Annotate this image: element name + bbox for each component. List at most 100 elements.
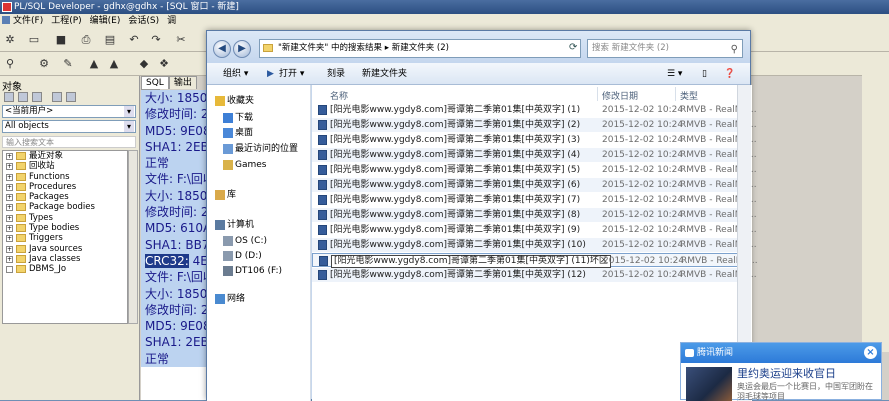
expand-icon[interactable] [32, 92, 42, 102]
help-icon[interactable]: ❓ [724, 63, 735, 85]
nav-item[interactable]: 网络 [215, 293, 245, 305]
file-row[interactable]: [阳光电影www.ygdy8.com]哥谭第二季第01集[中英双字] (3) 20… [312, 133, 757, 147]
window-title-bar[interactable]: PL/SQL Developer - gdhx@gdhx - [SQL 窗口 -… [0, 0, 889, 14]
file-row[interactable]: [阳光电影www.ygdy8.com]哥谭第二季第01集[中英双字] (12) 2… [312, 268, 757, 282]
expand-toggle-icon[interactable]: + [6, 163, 13, 171]
nav-item[interactable]: OS (C:) [223, 235, 267, 247]
file-row[interactable]: [阳光电影www.ygdy8.com]哥谭第二季第01集[中英双字] (6) 20… [312, 178, 757, 192]
user-combo[interactable]: <当前用户> [2, 105, 136, 118]
refresh-icon[interactable]: ⟳ [569, 42, 577, 53]
column-name[interactable]: 名称 [330, 89, 348, 102]
file-row[interactable]: [阳光电影www.ygdy8.com]哥谭第二季第01集[中英双字] (11)坏… [312, 253, 758, 268]
news-headline[interactable]: 里约奥运迎来收官日 [737, 365, 836, 381]
tree-item[interactable]: + Types [3, 213, 127, 223]
objects-combo[interactable]: All objects [2, 120, 136, 133]
burn-button[interactable]: 刻录 [327, 63, 345, 85]
properties-icon[interactable] [66, 92, 76, 102]
tree-item[interactable]: DBMS_Jo [3, 264, 127, 274]
commit-icon[interactable]: ▲ [88, 58, 100, 70]
open-folder-icon[interactable]: ▭ [28, 34, 40, 46]
nav-item[interactable]: D (D:) [223, 250, 262, 262]
file-row[interactable]: [阳光电影www.ygdy8.com]哥谭第二季第01集[中英双字] (1) 20… [312, 103, 757, 117]
expand-toggle-icon[interactable]: + [6, 235, 13, 243]
new-icon[interactable]: ✲ [4, 34, 16, 46]
tree-item[interactable]: + 最近对象 [3, 151, 127, 161]
nav-item[interactable]: 计算机 [215, 219, 254, 231]
expand-toggle-icon[interactable]: + [6, 204, 13, 212]
file-row[interactable]: [阳光电影www.ygdy8.com]哥谭第二季第01集[中英双字] (8) 20… [312, 208, 757, 222]
menu-edit[interactable]: 编辑(E) [90, 16, 121, 26]
menu-project[interactable]: 工程(P) [51, 16, 81, 26]
nav-item[interactable]: Games [223, 159, 266, 171]
expand-toggle-icon[interactable]: + [6, 225, 13, 233]
expand-toggle-icon[interactable]: + [6, 183, 13, 191]
expand-toggle-icon[interactable]: + [6, 153, 13, 160]
nav-item[interactable]: 收藏夹 [215, 95, 254, 107]
filter-icon[interactable] [18, 92, 28, 102]
expand-toggle-icon[interactable]: + [6, 255, 13, 263]
file-row[interactable]: [阳光电影www.ygdy8.com]哥谭第二季第01集[中英双字] (2) 20… [312, 118, 757, 132]
open-button[interactable]: 打开 ▾ [279, 63, 304, 85]
tree-item[interactable]: + Type bodies [3, 223, 127, 233]
object-search-input[interactable]: 输入搜索文本 [2, 136, 136, 148]
nav-item[interactable]: 下载 [223, 112, 253, 124]
expand-toggle-icon[interactable]: + [6, 245, 13, 253]
cut-icon[interactable]: ✂ [175, 34, 187, 46]
break-icon[interactable]: ✎ [62, 58, 74, 70]
search-input[interactable]: 搜索 新建文件夹 (2) ⚲ [587, 39, 743, 58]
tree-scrollbar[interactable] [128, 150, 138, 324]
expand-toggle-icon[interactable]: + [6, 173, 13, 181]
menu-file[interactable]: 文件(F) [13, 16, 43, 26]
tree-item[interactable]: + 回收站 [3, 161, 127, 171]
news-thumbnail[interactable] [686, 367, 732, 401]
execute-icon[interactable]: ⚙ [38, 58, 50, 70]
tab-sql[interactable]: SQL [141, 76, 169, 89]
save-icon[interactable]: ■ [55, 34, 67, 46]
address-bar[interactable]: "新建文件夹" 中的搜索结果 ▸ 新建文件夹 (2) [259, 39, 581, 58]
preview-pane-icon[interactable]: ▯ [702, 63, 707, 85]
qq-news-popup[interactable]: 腾讯新闻 × 里约奥运迎来收官日 奥运会最后一个比赛日，中国军团盼在羽毛球等项目 [680, 342, 882, 401]
view-options-icon[interactable]: ☰ ▾ [667, 63, 682, 85]
file-row[interactable]: [阳光电影www.ygdy8.com]哥谭第二季第01集[中英双字] (9) 20… [312, 223, 757, 237]
collapse-icon[interactable] [52, 92, 62, 102]
print-preview-icon[interactable]: ▤ [104, 34, 116, 46]
column-date[interactable]: 修改日期 [602, 89, 638, 102]
sql-editor[interactable]: 大小: 185035修改时间: 20MD5: 9E082SHA1: 2EB5E正… [141, 90, 209, 400]
menu-session[interactable]: 会话(S) [128, 16, 159, 26]
organize-button[interactable]: 组织 ▾ [223, 63, 248, 85]
expand-toggle-icon[interactable]: + [6, 214, 13, 222]
close-icon[interactable]: × [864, 346, 877, 359]
expand-toggle-icon[interactable] [6, 266, 13, 274]
find-icon[interactable]: ⚲ [4, 58, 16, 70]
file-row[interactable]: [阳光电影www.ygdy8.com]哥谭第二季第01集[中英双字] (4) 20… [312, 148, 757, 162]
tree-item[interactable]: + Java classes [3, 254, 127, 264]
format-icon[interactable]: ❖ [158, 58, 170, 70]
menu-debug[interactable]: 调 [167, 16, 176, 26]
expand-toggle-icon[interactable]: + [6, 194, 13, 202]
tree-item[interactable]: + Packages [3, 192, 127, 202]
tree-item[interactable]: + Package bodies [3, 202, 127, 212]
rollback-icon[interactable]: ▲ [108, 58, 120, 70]
file-row[interactable]: [阳光电影www.ygdy8.com]哥谭第二季第01集[中英双字] (10) 2… [312, 238, 757, 252]
column-separator[interactable] [675, 87, 676, 101]
nav-item[interactable]: 库 [215, 189, 236, 201]
nav-item[interactable]: 最近访问的位置 [223, 143, 298, 155]
nav-item[interactable]: 桌面 [223, 127, 253, 139]
refresh-icon[interactable] [4, 92, 14, 102]
tree-item[interactable]: + Procedures [3, 182, 127, 192]
redo-icon[interactable]: ↷ [150, 34, 162, 46]
print-icon[interactable]: ⎙ [80, 34, 92, 46]
explain-icon[interactable]: ◆ [138, 58, 150, 70]
file-row[interactable]: [阳光电影www.ygdy8.com]哥谭第二季第01集[中英双字] (5) 20… [312, 163, 757, 177]
forward-button[interactable]: ▶ [233, 40, 251, 58]
tree-item[interactable]: + Java sources [3, 244, 127, 254]
new-folder-button[interactable]: 新建文件夹 [362, 63, 407, 85]
file-row[interactable]: [阳光电影www.ygdy8.com]哥谭第二季第01集[中英双字] (7) 20… [312, 193, 757, 207]
tree-item[interactable]: + Triggers [3, 233, 127, 243]
tab-output[interactable]: 输出 [168, 76, 197, 89]
back-button[interactable]: ◀ [213, 40, 231, 58]
undo-icon[interactable]: ↶ [128, 34, 140, 46]
column-separator[interactable] [597, 87, 598, 101]
tree-item[interactable]: + Functions [3, 172, 127, 182]
nav-item[interactable]: DT106 (F:) [223, 265, 282, 277]
